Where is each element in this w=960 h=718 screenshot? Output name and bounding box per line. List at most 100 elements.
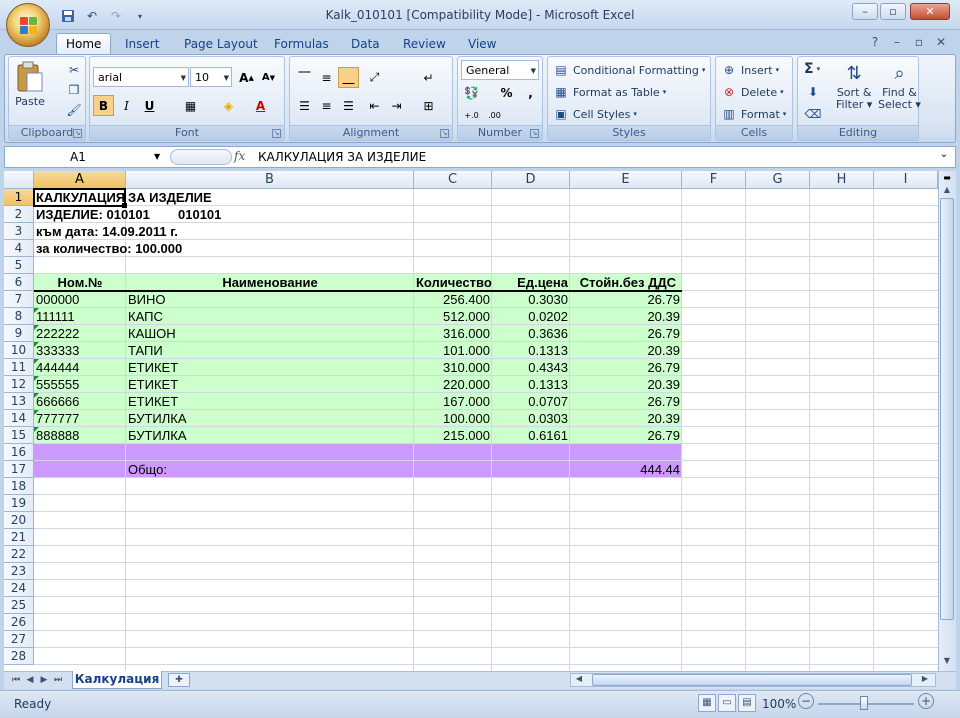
row-header-10[interactable]: 10 — [4, 342, 34, 359]
cell-item-unit-price[interactable]: 0.1313 — [492, 376, 570, 393]
product-cell[interactable]: ИЗДЕЛИЕ: 010101 — [34, 206, 152, 223]
table-header-name[interactable]: Наименование — [126, 274, 414, 291]
row-header-6[interactable]: 6 — [4, 274, 34, 291]
font-size-select[interactable]: 10 ▼ — [190, 67, 232, 87]
prev-sheet-icon[interactable]: ◀ — [24, 673, 36, 687]
row-header-7[interactable]: 7 — [4, 291, 34, 308]
format-painter-icon[interactable]: 🖌 — [65, 101, 83, 119]
table-header-unit-price[interactable]: Ед.цена — [492, 274, 570, 291]
column-header-g[interactable]: G — [746, 171, 810, 189]
align-bottom-icon[interactable]: ⎽ — [338, 67, 359, 88]
number-launcher-icon[interactable]: ↘ — [530, 129, 539, 138]
align-top-icon[interactable]: ⎺ — [294, 67, 315, 88]
autosum-button[interactable]: Σ ▾ — [804, 61, 820, 77]
column-header-e[interactable]: E — [570, 171, 682, 189]
format-cells-button[interactable]: ▥ Format ▾ — [720, 105, 786, 123]
font-name-select[interactable]: arial ▼ — [93, 67, 189, 87]
formula-input[interactable]: КАЛКУЛАЦИЯ ЗА ИЗДЕЛИЕ — [258, 148, 938, 166]
row-header-15[interactable]: 15 — [4, 427, 34, 444]
italic-button[interactable]: I — [116, 95, 137, 116]
vertical-scroll-thumb[interactable] — [940, 198, 954, 620]
row-header-8[interactable]: 8 — [4, 308, 34, 325]
cell-item-name[interactable]: КАШОН — [126, 325, 414, 342]
cell-item-quantity[interactable]: 316.000 — [414, 325, 492, 342]
cell-item-number[interactable]: 222222 — [34, 325, 126, 342]
row-header-16[interactable]: 16 — [4, 444, 34, 461]
delete-cells-button[interactable]: ⊗ Delete ▾ — [720, 83, 784, 101]
column-header-f[interactable]: F — [682, 171, 746, 189]
title-cell-rest[interactable]: ЗА ИЗДЕЛИЕ — [126, 189, 214, 206]
tab-formulas[interactable]: Formulas — [265, 33, 338, 54]
conditional-formatting-button[interactable]: ▤ Conditional Formatting ▾ — [552, 61, 705, 79]
find-select-button[interactable]: ⌕ Find & Select ▾ — [878, 61, 921, 111]
cell-item-value[interactable]: 26.79 — [570, 359, 682, 376]
cell-item-unit-price[interactable]: 0.1313 — [492, 342, 570, 359]
row-header-26[interactable]: 26 — [4, 614, 34, 631]
cell-item-value[interactable]: 26.79 — [570, 393, 682, 410]
spreadsheet-grid[interactable]: A B C D E F G H I 1 2 3 4 5 6 7 8 9 10 11 12 13 14 15 1… — [4, 171, 938, 671]
copy-icon[interactable]: ❐ — [65, 81, 83, 99]
comma-button[interactable]: , — [520, 82, 541, 103]
cell-item-unit-price[interactable]: 0.3636 — [492, 325, 570, 342]
next-sheet-icon[interactable]: ▶ — [38, 673, 50, 687]
cell-item-quantity[interactable]: 101.000 — [414, 342, 492, 359]
row-header-4[interactable]: 4 — [4, 240, 34, 257]
date-cell[interactable]: към дата: 14.09.2011 г. — [34, 223, 180, 240]
formula-bar-grip-icon[interactable] — [170, 149, 232, 165]
row-header-21[interactable]: 21 — [4, 529, 34, 546]
cell-item-quantity[interactable]: 512.000 — [414, 308, 492, 325]
align-left-icon[interactable]: ☰ — [294, 95, 315, 116]
cell-item-number[interactable]: 666666 — [34, 393, 126, 410]
zoom-in-icon[interactable]: + — [918, 693, 934, 709]
doc-minimize-icon[interactable]: – — [888, 35, 906, 49]
orientation-icon[interactable]: ⤢ — [364, 67, 385, 88]
row-header-2[interactable]: 2 — [4, 206, 34, 223]
column-header-a[interactable]: A — [34, 171, 126, 189]
row-header-12[interactable]: 12 — [4, 376, 34, 393]
decrease-indent-icon[interactable]: ⇤ — [364, 95, 385, 116]
column-header-h[interactable]: H — [810, 171, 874, 189]
cell-item-number[interactable]: 000000 — [34, 291, 126, 308]
cell-item-value[interactable]: 26.79 — [570, 291, 682, 308]
total-label[interactable]: Общо: — [126, 461, 169, 478]
cell-item-number[interactable]: 111111 — [34, 308, 126, 325]
cell-item-number[interactable]: 444444 — [34, 359, 126, 376]
tab-view[interactable]: View — [459, 33, 505, 54]
cell-item-value[interactable]: 20.39 — [570, 308, 682, 325]
tab-review[interactable]: Review — [394, 33, 455, 54]
cell-item-unit-price[interactable]: 0.4343 — [492, 359, 570, 376]
product-code-cell[interactable]: 010101 — [176, 206, 223, 223]
cell-item-unit-price[interactable]: 0.0707 — [492, 393, 570, 410]
column-header-d[interactable]: D — [492, 171, 570, 189]
horizontal-scroll-thumb[interactable] — [592, 674, 912, 686]
name-box[interactable]: A1 ▼ — [8, 148, 166, 166]
minimize-button[interactable]: – — [852, 3, 878, 20]
cell-item-name[interactable]: ТАПИ — [126, 342, 414, 359]
row-header-3[interactable]: 3 — [4, 223, 34, 240]
cell-item-quantity[interactable]: 215.000 — [414, 427, 492, 444]
cell-item-quantity[interactable]: 256.400 — [414, 291, 492, 308]
cell-item-number[interactable]: 333333 — [34, 342, 126, 359]
currency-icon[interactable]: 💱 — [461, 82, 482, 103]
align-center-icon[interactable]: ≡ — [316, 95, 337, 116]
doc-close-icon[interactable]: ✕ — [932, 35, 950, 49]
row-header-5[interactable]: 5 — [4, 257, 34, 274]
row-header-25[interactable]: 25 — [4, 597, 34, 614]
insert-cells-button[interactable]: ⊕ Insert ▾ — [720, 61, 779, 79]
row-header-11[interactable]: 11 — [4, 359, 34, 376]
cell-item-name[interactable]: БУТИЛКА — [126, 427, 414, 444]
expand-formula-icon[interactable]: ⌄ — [937, 149, 951, 165]
cell-item-unit-price[interactable]: 0.0303 — [492, 410, 570, 427]
fill-color-icon[interactable]: ◈ — [218, 95, 239, 116]
help-icon[interactable]: ? — [866, 35, 884, 49]
align-middle-icon[interactable]: ≡ — [316, 67, 337, 88]
decrease-decimal-icon[interactable]: .00 — [484, 105, 505, 126]
align-right-icon[interactable]: ☰ — [338, 95, 359, 116]
fill-handle[interactable] — [122, 203, 127, 208]
cell-styles-button[interactable]: ▣ Cell Styles ▾ — [552, 105, 637, 123]
cell-item-value[interactable]: 20.39 — [570, 410, 682, 427]
clipboard-launcher-icon[interactable]: ↘ — [73, 129, 82, 138]
row-header-24[interactable]: 24 — [4, 580, 34, 597]
cell-item-unit-price[interactable]: 0.6161 — [492, 427, 570, 444]
paste-button[interactable]: Paste — [15, 61, 45, 108]
